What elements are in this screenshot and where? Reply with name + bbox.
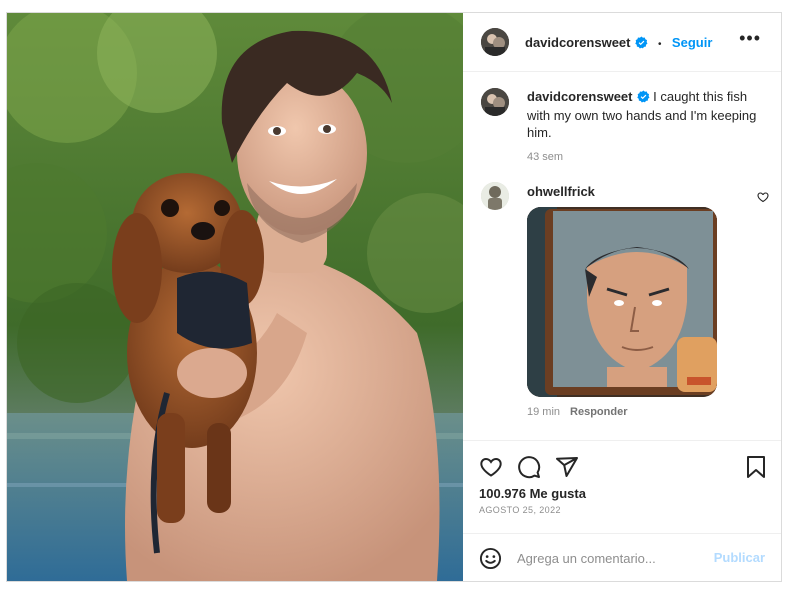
caption-username[interactable]: davidcorensweet [527,89,633,104]
header-line: davidcorensweet • Seguir [525,34,712,54]
post-date[interactable]: AGOSTO 25, 2022 [479,505,561,515]
caption-age[interactable]: 43 sem [527,149,757,166]
comment-meta: 19 min Responder [527,406,628,418]
comment-input[interactable] [517,548,707,568]
post-caption: davidcorensweet I caught this fish with … [527,88,757,166]
verified-badge-icon [634,36,648,54]
likes-count[interactable]: 100.976 Me gusta [479,486,586,501]
more-options-icon[interactable]: ••• [739,29,761,47]
comment-like-icon[interactable] [757,190,769,208]
commenter-avatar[interactable] [481,182,509,210]
author-avatar[interactable] [481,28,509,56]
save-icon[interactable] [745,455,767,484]
comment-icon[interactable] [517,455,541,484]
header-separator: • [657,39,662,50]
follow-button[interactable]: Seguir [672,35,712,50]
post-modal: davidcorensweet • Seguir ••• davidcorens… [6,12,782,582]
author-username[interactable]: davidcorensweet [525,35,631,50]
commenter-avatar-image [481,182,509,210]
comment-gif-image [527,207,717,397]
post-header: davidcorensweet • Seguir ••• [463,13,781,72]
author-avatar-image [481,28,509,56]
comment-composer: Publicar [463,533,781,582]
verified-badge-icon [636,90,650,107]
post-side-panel: davidcorensweet • Seguir ••• davidcorens… [463,13,781,581]
like-icon[interactable] [479,455,503,484]
publish-button[interactable]: Publicar [714,550,765,565]
emoji-icon[interactable] [479,547,502,575]
post-photo[interactable] [7,13,463,581]
reply-button[interactable]: Responder [570,406,627,418]
comment-gif[interactable] [527,207,717,397]
caption-avatar-image [481,88,509,116]
caption-avatar[interactable] [481,88,509,116]
commenter-username[interactable]: ohwellfrick [527,184,595,199]
share-icon[interactable] [555,455,579,484]
post-photo-image [7,13,463,581]
comment-age[interactable]: 19 min [527,406,560,418]
